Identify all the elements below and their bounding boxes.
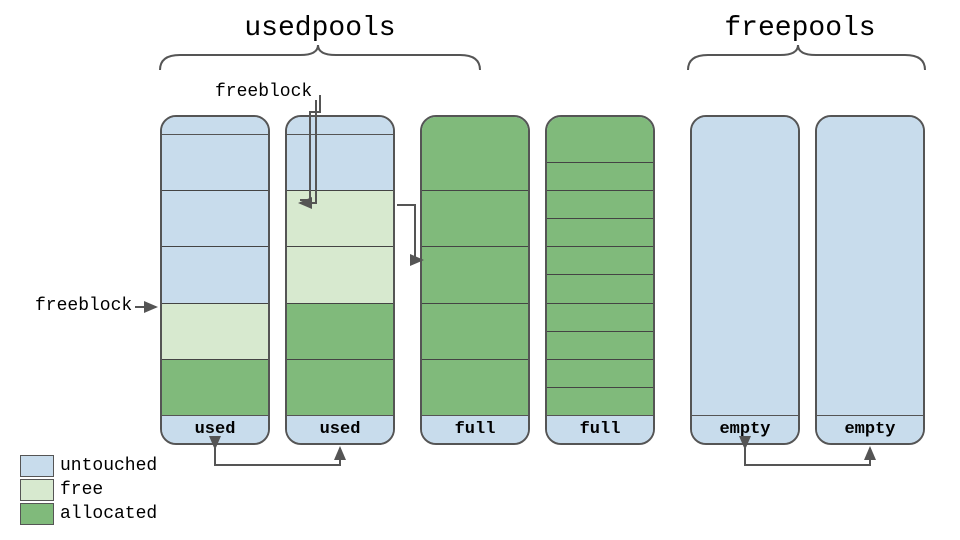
block-free (162, 304, 268, 360)
legend-label: free (60, 480, 103, 500)
legend-swatch-free (20, 479, 54, 501)
block-free (287, 191, 393, 247)
block-allocated (547, 275, 653, 303)
legend-row-allocated: allocated (20, 503, 157, 525)
block-allocated (422, 135, 528, 191)
block-allocated (547, 191, 653, 219)
pool-body (547, 135, 653, 415)
legend-swatch-allocated (20, 503, 54, 525)
block-allocated (547, 163, 653, 191)
block-allocated (547, 360, 653, 388)
pool-full-2: full (545, 115, 655, 445)
block-untouched (162, 191, 268, 247)
block-allocated (287, 304, 393, 360)
pool-footer: used (287, 415, 393, 443)
pool-footer: used (162, 415, 268, 443)
pool-used-2: used (285, 115, 395, 445)
block-allocated (162, 360, 268, 415)
pool-body (422, 135, 528, 415)
block-allocated (422, 360, 528, 415)
pool-body (162, 135, 268, 415)
legend-swatch-untouched (20, 455, 54, 477)
pool-footer: full (422, 415, 528, 443)
pool-body (287, 135, 393, 415)
block-allocated (287, 360, 393, 415)
block-allocated (422, 304, 528, 360)
label-freeblock-top: freeblock (215, 82, 312, 102)
legend-label: allocated (60, 504, 157, 524)
pool-body (692, 135, 798, 415)
pool-header (547, 117, 653, 135)
block-allocated (547, 332, 653, 360)
arrow-pool2-to-right (397, 205, 422, 260)
title-freepools: freepools (690, 13, 910, 44)
block-untouched (162, 135, 268, 191)
block-allocated (547, 304, 653, 332)
pool-header (422, 117, 528, 135)
block-allocated (422, 191, 528, 247)
block-untouched (162, 247, 268, 303)
pool-used-1: used (160, 115, 270, 445)
block-free (287, 247, 393, 303)
link-usedpools-bottom (215, 448, 340, 465)
block-untouched (287, 135, 393, 191)
pool-header (162, 117, 268, 135)
pool-body (817, 135, 923, 415)
pool-empty-1: empty (690, 115, 800, 445)
brace-usedpools (160, 45, 480, 70)
pool-header (692, 117, 798, 135)
pool-empty-2: empty (815, 115, 925, 445)
block-allocated (547, 219, 653, 247)
block-allocated (547, 247, 653, 275)
pool-footer: empty (817, 415, 923, 443)
brace-freepools (688, 45, 925, 70)
title-usedpools: usedpools (200, 13, 440, 44)
link-freepools-bottom (745, 448, 870, 465)
pool-footer: empty (692, 415, 798, 443)
legend-row-free: free (20, 479, 157, 501)
label-freeblock-left: freeblock (35, 296, 132, 316)
block-allocated (547, 388, 653, 415)
block-allocated (422, 247, 528, 303)
legend-label: untouched (60, 456, 157, 476)
legend: untouched free allocated (20, 455, 157, 527)
pool-header (287, 117, 393, 135)
legend-row-untouched: untouched (20, 455, 157, 477)
block-allocated (547, 135, 653, 163)
pool-header (817, 117, 923, 135)
pool-footer: full (547, 415, 653, 443)
pool-full-1: full (420, 115, 530, 445)
